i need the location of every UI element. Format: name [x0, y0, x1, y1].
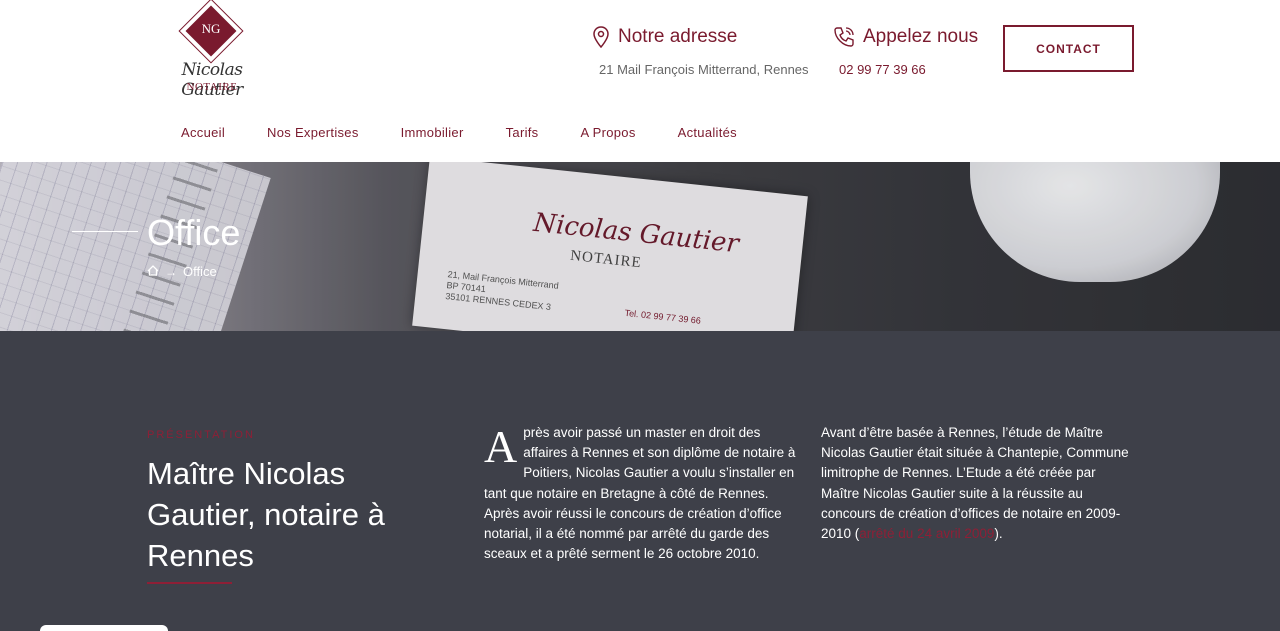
hero-title-rule — [72, 231, 138, 232]
breadcrumb-current: Office — [183, 264, 217, 279]
presentation-column-2: Avant d’être basée à Rennes, l’étude de … — [821, 423, 1137, 544]
nav-item-accueil[interactable]: Accueil — [181, 125, 225, 140]
section-eyebrow: PRÉSENTATION — [147, 429, 255, 441]
phone-icon — [833, 26, 855, 48]
breadcrumb: → Office — [147, 264, 217, 279]
page-title: Office — [147, 212, 241, 253]
nav-item-nos-expertises[interactable]: Nos Expertises — [267, 125, 359, 140]
home-icon[interactable] — [147, 264, 159, 279]
dropcap: A — [484, 421, 518, 472]
breadcrumb-arrow-icon: → — [165, 264, 177, 279]
heading-underline — [147, 582, 232, 584]
address-value: 21 Mail François Mitterrand, Rennes — [599, 62, 809, 77]
map-pin-icon — [592, 26, 610, 48]
presentation-text-2-end: ). — [994, 526, 1003, 542]
nav-item-tarifs[interactable]: Tarifs — [506, 125, 539, 140]
main-nav: Accueil Nos Expertises Immobilier Tarifs… — [181, 125, 779, 140]
presentation-text-2: Avant d’être basée à Rennes, l’étude de … — [821, 425, 1129, 542]
logo-monogram: NG — [201, 21, 221, 36]
contact-button[interactable]: CONTACT — [1003, 25, 1134, 72]
presentation-column-1: A près avoir passé un master en droit de… — [484, 423, 796, 564]
presentation-section: PRÉSENTATION Maître Nicolas Gautier, not… — [0, 331, 1280, 631]
cookie-tab[interactable] — [40, 625, 168, 631]
phone-title: Appelez nous — [863, 26, 979, 47]
logo-subtitle: NOTAIRE — [186, 81, 238, 93]
phone-block: Appelez nous 02 99 77 39 66 — [833, 26, 978, 77]
phone-number[interactable]: 02 99 77 39 66 — [839, 62, 978, 77]
presentation-text-1: près avoir passé un master en droit des … — [484, 425, 796, 562]
address-block: Notre adresse 21 Mail François Mitterran… — [592, 26, 809, 77]
hero-banner: Nicolas Gautier NOTAIRE 21, Mail Françoi… — [0, 162, 1280, 331]
nav-item-actualites[interactable]: Actualités — [678, 125, 737, 140]
logo-script-name: Nicolas Gautier — [181, 60, 243, 100]
section-heading: Maître Nicolas Gautier, notaire à Rennes — [147, 456, 385, 573]
logo[interactable]: NG Nicolas Gautier NOTAIRE — [160, 0, 260, 100]
nav-item-immobilier[interactable]: Immobilier — [401, 125, 464, 140]
arrete-link[interactable]: arrêté du 24 avril 2009 — [859, 526, 994, 541]
address-title: Notre adresse — [618, 26, 738, 47]
site-header: NG Nicolas Gautier NOTAIRE Notre adresse… — [0, 0, 1280, 162]
nav-item-a-propos[interactable]: A Propos — [580, 125, 635, 140]
